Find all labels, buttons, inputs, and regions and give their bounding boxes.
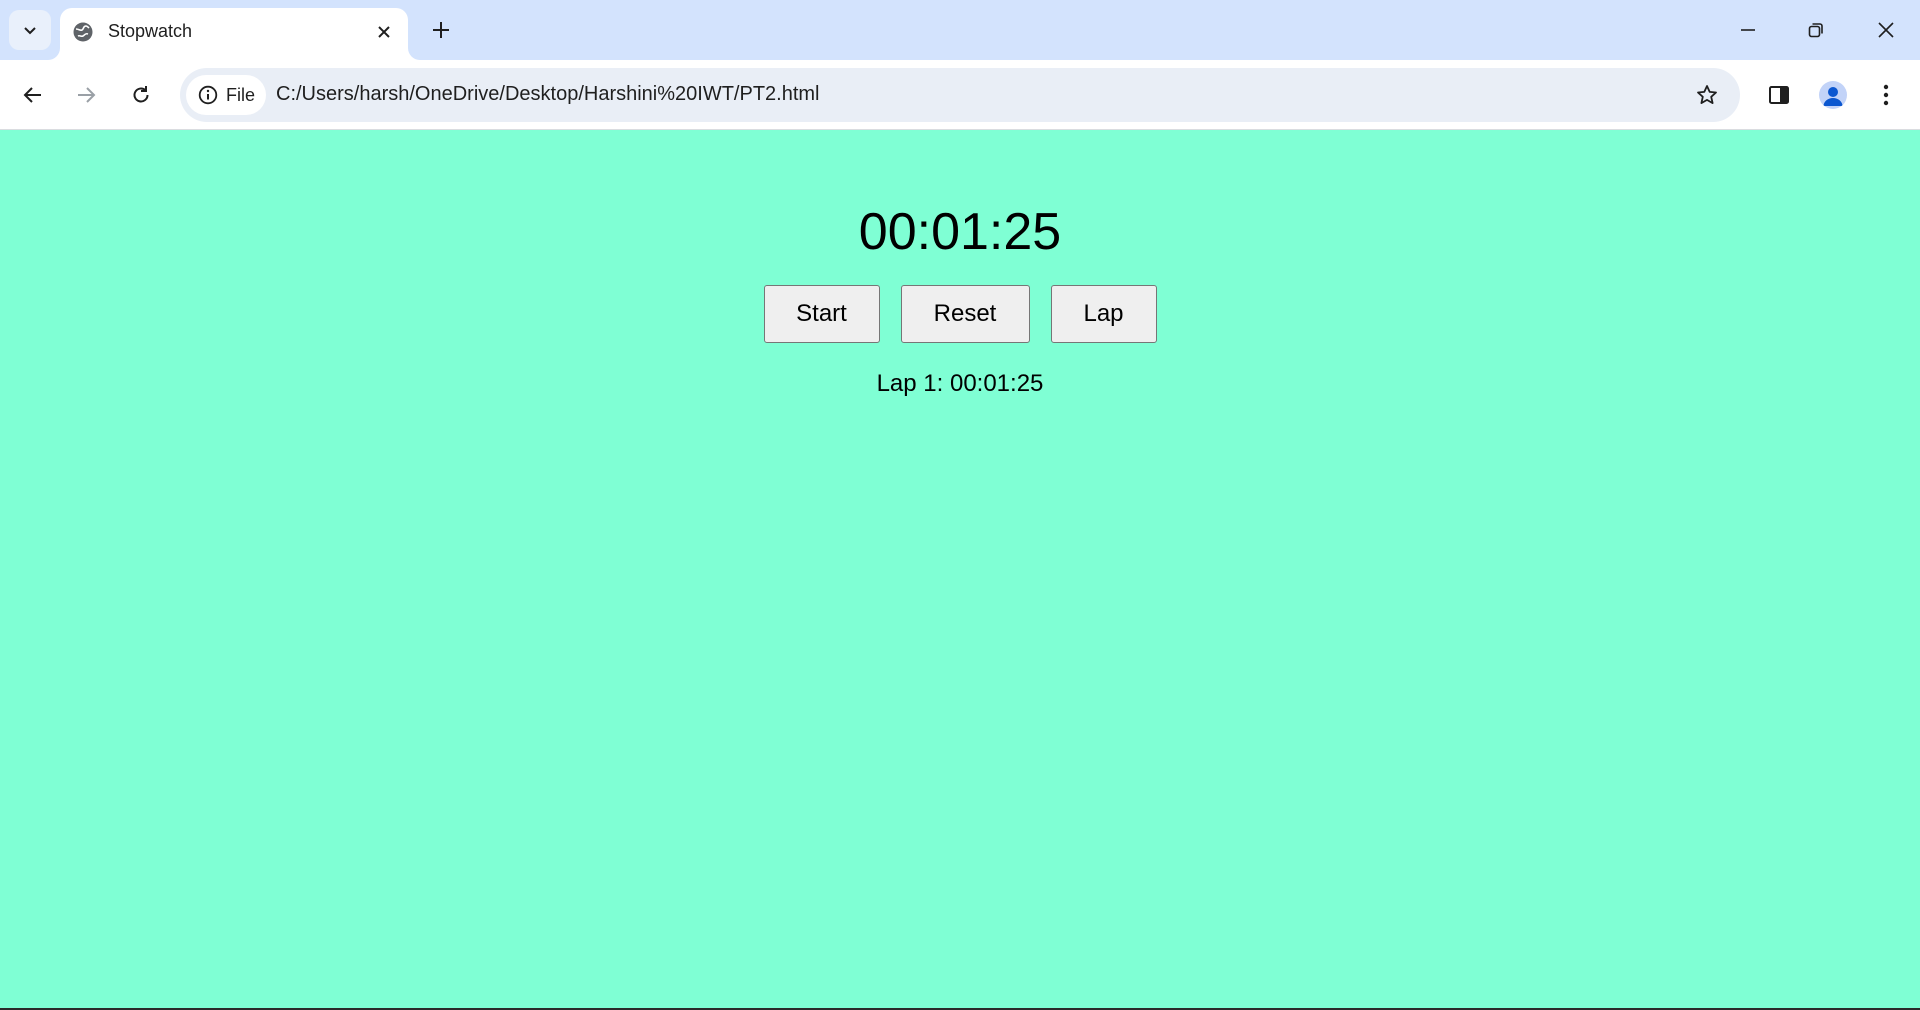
plus-icon [433,22,449,38]
arrow-right-icon [78,87,96,103]
browser-toolbar: File C:/Users/harsh/OneDrive/Desktop/Har… [0,60,1920,130]
stopwatch-controls: Start Reset Lap [0,285,1920,343]
url-text[interactable]: C:/Users/harsh/OneDrive/Desktop/Harshini… [276,83,820,106]
new-tab-button[interactable] [425,14,457,46]
tab-stopwatch[interactable]: Stopwatch [60,8,408,60]
restore-icon [1808,23,1823,38]
person-icon [1823,87,1843,106]
tab-close-button[interactable] [372,20,396,44]
browser-menu-button[interactable] [1864,73,1908,117]
minimize-button[interactable] [1714,0,1782,60]
start-button[interactable]: Start [763,285,880,343]
globe-icon [73,22,93,42]
bookmark-button[interactable] [1688,76,1726,114]
reload-button[interactable] [119,73,163,117]
star-icon [1697,85,1717,104]
info-icon [198,85,218,105]
close-icon [1878,22,1894,38]
site-info-label: File [226,85,256,105]
tab-strip: Stopwatch [0,0,1920,60]
minimize-icon [1741,29,1755,31]
lap-button[interactable]: Lap [1050,285,1157,343]
reload-icon [133,86,149,103]
lap-item: Lap 1: 00:01:25 [876,370,1044,397]
restore-button[interactable] [1782,0,1850,60]
address-bar[interactable]: File C:/Users/harsh/OneDrive/Desktop/Har… [180,68,1740,122]
back-button[interactable] [11,73,55,117]
tab-search-button[interactable] [9,10,51,50]
side-panel-button[interactable] [1757,73,1801,117]
profile-button[interactable] [1811,73,1855,117]
close-window-button[interactable] [1852,0,1920,60]
close-icon [378,26,390,38]
page-content: 00:01:25 Start Reset Lap Lap 1: 00:01:25 [0,130,1920,1010]
stopwatch-display: 00:01:25 [858,203,1062,261]
arrow-left-icon [23,87,41,103]
lap-list: Lap 1: 00:01:25 [0,370,1920,398]
side-panel-icon [1769,86,1789,104]
avatar [1819,81,1847,109]
forward-button[interactable] [64,73,108,117]
kebab-menu-icon [1883,84,1889,106]
tab-title: Stopwatch [108,21,193,41]
reset-button[interactable]: Reset [900,285,1030,343]
chevron-down-icon [24,27,36,35]
